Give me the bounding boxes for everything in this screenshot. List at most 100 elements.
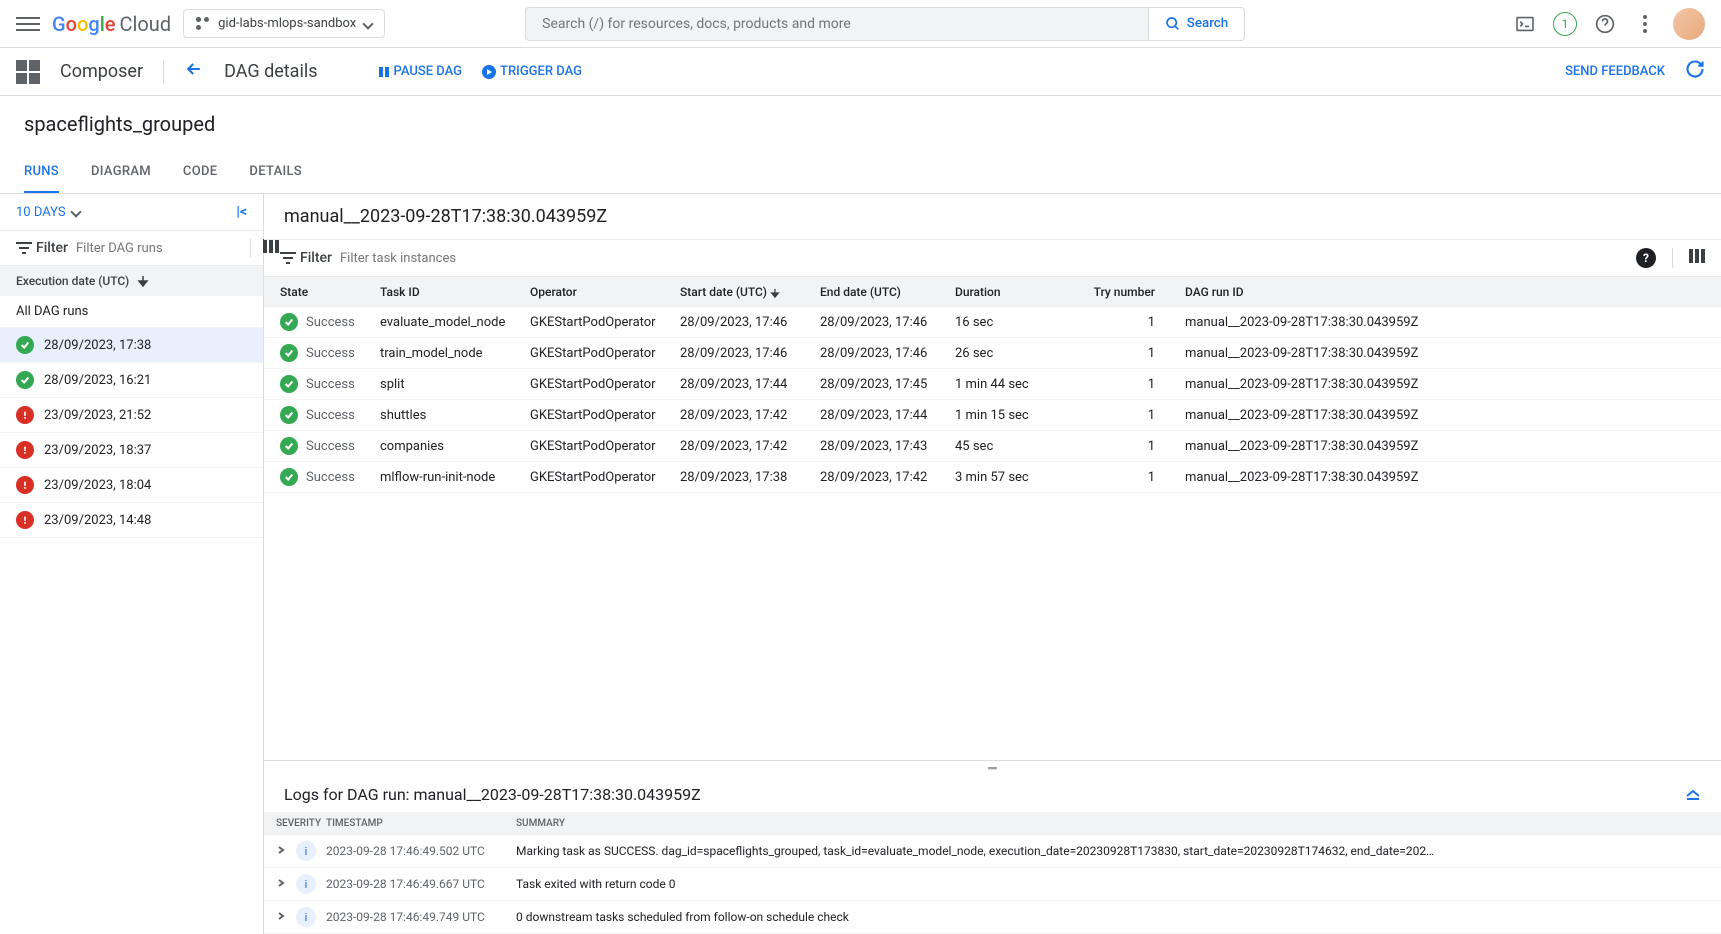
run-row[interactable]: 23/09/2023, 18:37 [0, 433, 263, 468]
refresh-icon[interactable] [1685, 59, 1705, 84]
collapse-panel-icon[interactable]: |< [236, 204, 247, 220]
sort-down-icon[interactable] [770, 288, 780, 298]
filter-tasks-input[interactable] [340, 251, 1628, 266]
task-row[interactable]: Success split GKEStartPodOperator 28/09/… [264, 369, 1721, 400]
task-id: split [380, 377, 530, 392]
columns-icon[interactable] [1689, 249, 1705, 267]
send-feedback-button[interactable]: Send feedback [1565, 64, 1665, 79]
task-try: 1 [1085, 408, 1155, 423]
run-row[interactable]: 23/09/2023, 14:48 [0, 503, 263, 538]
pause-dag-button[interactable]: Pause DAG [378, 64, 463, 79]
log-row[interactable]: i 2023-09-28 17:46:49.502 UTC Marking ta… [264, 835, 1721, 868]
log-row[interactable]: i 2023-09-28 17:46:49.749 UTC 0 downstre… [264, 901, 1721, 934]
success-icon [280, 375, 298, 393]
logs-collapse-icon[interactable] [1685, 785, 1701, 804]
sort-down-icon[interactable] [137, 275, 149, 287]
log-summary: 0 downstream tasks scheduled from follow… [516, 910, 1709, 924]
task-try: 1 [1085, 439, 1155, 454]
info-icon: i [296, 874, 316, 894]
error-icon [16, 406, 34, 424]
run-title: manual__2023-09-28T17:38:30.043959Z [264, 194, 1721, 240]
task-table-header: State Task ID Operator Start date (UTC) … [264, 277, 1721, 307]
expand-icon[interactable] [276, 877, 296, 891]
help-circle-icon[interactable]: ? [1636, 248, 1656, 268]
task-try: 1 [1085, 346, 1155, 361]
log-timestamp: 2023-09-28 17:46:49.667 UTC [326, 877, 516, 891]
chevron-down-icon [70, 206, 81, 217]
avatar[interactable] [1673, 8, 1705, 40]
expand-icon[interactable] [276, 910, 296, 924]
chevron-down-icon [363, 18, 374, 29]
task-operator: GKEStartPodOperator [530, 346, 680, 361]
error-icon [16, 476, 34, 494]
info-icon: i [296, 841, 316, 861]
task-duration: 45 sec [955, 439, 1085, 454]
project-selector[interactable]: gid-labs-mlops-sandbox [183, 9, 385, 38]
task-end: 28/09/2023, 17:46 [820, 315, 955, 330]
tab-code[interactable]: CODE [183, 152, 217, 193]
trigger-dag-button[interactable]: Trigger DAG [482, 64, 582, 79]
hamburger-icon[interactable] [16, 12, 40, 36]
search-input[interactable] [525, 7, 1149, 41]
composer-icon [16, 60, 40, 84]
task-duration: 1 min 15 sec [955, 408, 1085, 423]
project-name: gid-labs-mlops-sandbox [218, 16, 356, 31]
tabs: RUNS DIAGRAM CODE DETAILS [0, 152, 1721, 194]
logs-resize-handle[interactable]: ━ [264, 761, 1721, 777]
run-date: 23/09/2023, 21:52 [44, 408, 151, 423]
task-start: 28/09/2023, 17:42 [680, 439, 820, 454]
task-row[interactable]: Success companies GKEStartPodOperator 28… [264, 431, 1721, 462]
filter-icon: Filter [16, 240, 68, 256]
task-id: companies [380, 439, 530, 454]
all-dag-runs-row[interactable]: All DAG runs [0, 296, 263, 328]
log-row[interactable]: i 2023-09-28 17:46:49.667 UTC Task exite… [264, 868, 1721, 901]
notifications-badge[interactable]: 1 [1553, 12, 1577, 36]
task-operator: GKEStartPodOperator [530, 408, 680, 423]
task-state: Success [306, 408, 355, 423]
task-row[interactable]: Success mlflow-run-init-node GKEStartPod… [264, 462, 1721, 493]
back-arrow-icon[interactable] [184, 59, 204, 84]
task-duration: 26 sec [955, 346, 1085, 361]
search-button[interactable]: Search [1149, 7, 1245, 41]
log-summary: Marking task as SUCCESS. dag_id=spacefli… [516, 844, 1709, 858]
task-state: Success [306, 315, 355, 330]
task-row[interactable]: Success evaluate_model_node GKEStartPodO… [264, 307, 1721, 338]
task-duration: 3 min 57 sec [955, 470, 1085, 485]
task-dagrun: manual__2023-09-28T17:38:30.043959Z [1155, 408, 1705, 423]
log-summary: Task exited with return code 0 [516, 877, 1709, 891]
task-end: 28/09/2023, 17:42 [820, 470, 955, 485]
success-icon [280, 406, 298, 424]
expand-icon[interactable] [276, 844, 296, 858]
tab-diagram[interactable]: DIAGRAM [91, 152, 151, 193]
task-id: mlflow-run-init-node [380, 470, 530, 485]
task-duration: 1 min 44 sec [955, 377, 1085, 392]
task-row[interactable]: Success train_model_node GKEStartPodOper… [264, 338, 1721, 369]
run-date: 23/09/2023, 18:04 [44, 478, 151, 493]
help-icon[interactable] [1593, 12, 1617, 36]
search-container: Search [525, 7, 1245, 41]
run-date: 28/09/2023, 17:38 [44, 338, 151, 353]
success-icon [16, 336, 34, 354]
tab-details[interactable]: DETAILS [249, 152, 302, 193]
task-try: 1 [1085, 315, 1155, 330]
task-operator: GKEStartPodOperator [530, 377, 680, 392]
gcp-logo[interactable]: Google Cloud [52, 12, 171, 36]
run-row[interactable]: 23/09/2023, 21:52 [0, 398, 263, 433]
success-icon [280, 344, 298, 362]
filter-runs-input[interactable] [76, 241, 242, 256]
task-dagrun: manual__2023-09-28T17:38:30.043959Z [1155, 377, 1705, 392]
more-icon[interactable] [1633, 12, 1657, 36]
main-layout: 10 DAYS |< Filter Execution date (UTC) A… [0, 194, 1721, 934]
tab-runs[interactable]: RUNS [24, 152, 59, 193]
task-dagrun: manual__2023-09-28T17:38:30.043959Z [1155, 346, 1705, 361]
task-row[interactable]: Success shuttles GKEStartPodOperator 28/… [264, 400, 1721, 431]
date-range-dropdown[interactable]: 10 DAYS [16, 205, 80, 220]
content-header: spaceflights_grouped [0, 96, 1721, 136]
run-row[interactable]: 28/09/2023, 16:21 [0, 363, 263, 398]
task-try: 1 [1085, 377, 1155, 392]
cloud-shell-icon[interactable] [1513, 12, 1537, 36]
run-row[interactable]: 23/09/2023, 18:04 [0, 468, 263, 503]
task-table: Success evaluate_model_node GKEStartPodO… [264, 307, 1721, 760]
error-icon [16, 511, 34, 529]
run-row[interactable]: 28/09/2023, 17:38 [0, 328, 263, 363]
